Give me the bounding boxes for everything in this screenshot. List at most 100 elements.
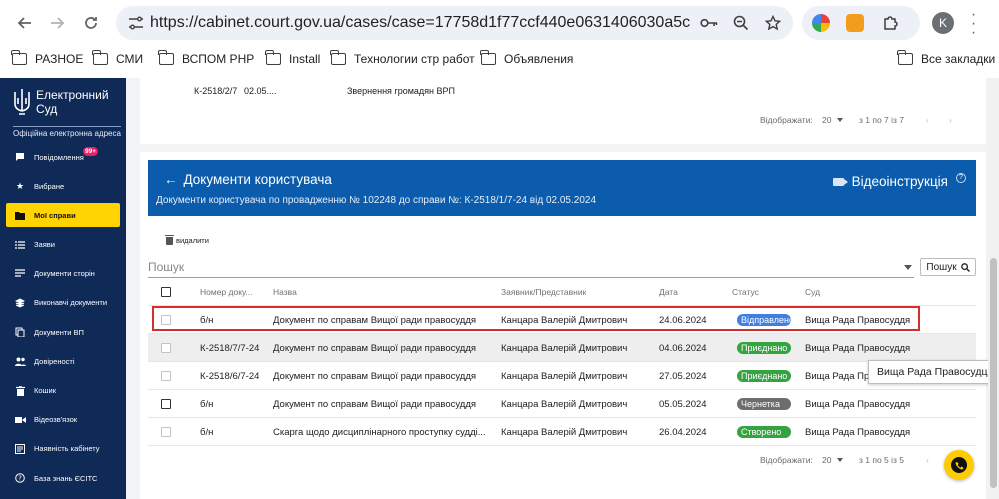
layers-icon (14, 297, 26, 309)
sidebar-item-favorites[interactable]: ★ Вибране (6, 174, 120, 198)
search-icon (960, 262, 970, 272)
column-status[interactable]: Статус (732, 278, 759, 306)
bookmark-folder[interactable]: СМИ (92, 50, 143, 66)
folder-icon (265, 50, 281, 65)
browser-menu-icon[interactable]: · · · (968, 7, 978, 41)
bookmark-folder[interactable]: Объявления (480, 50, 573, 66)
help-icon[interactable]: ? (956, 172, 966, 183)
search-button[interactable]: Пошук (920, 258, 976, 276)
page-size-select[interactable]: 20 (822, 115, 831, 125)
key-icon[interactable] (699, 13, 719, 33)
row-checkbox[interactable] (161, 343, 171, 353)
camera-icon (832, 177, 848, 186)
sidebar-item-cabinet-availability[interactable]: Наявність кабінету (6, 437, 120, 461)
extensions-area (802, 6, 920, 40)
people-icon (14, 355, 26, 367)
previous-documents-card: К-2518/2/7 02.05.... Звернення громадян … (140, 78, 986, 144)
sidebar-item-applications[interactable]: Заяви (6, 233, 120, 257)
list-icon (14, 239, 26, 251)
status-badge: Приєднано (737, 342, 791, 354)
notifications-badge: 99+ (83, 147, 99, 156)
table-row[interactable]: б/н Документ по справам Вищої ради право… (148, 390, 976, 418)
zoom-icon[interactable] (731, 13, 751, 33)
bookmarks-bar: РАЗНОЕ СМИ ВСПОМ РНР Install Технологии … (0, 46, 999, 74)
copy-icon (14, 326, 26, 338)
column-applicant[interactable]: Заявник/Представник (501, 278, 586, 306)
table-header: Номер доку... Назва Заявник/Представник … (148, 278, 976, 306)
folder-icon (158, 50, 174, 65)
sidebar-item-vp-documents[interactable]: Документи ВП (6, 320, 120, 344)
sidebar-menu: Повідомлення 99+ ★ Вибране Мої справи За… (6, 145, 120, 495)
video-icon (14, 414, 26, 426)
folder-icon (330, 50, 346, 65)
browser-chrome: https://cabinet.court.gov.ua/cases/case=… (0, 0, 999, 78)
cabinet-icon (14, 443, 26, 455)
forward-arrow-icon[interactable] (44, 10, 70, 36)
trash-icon (165, 234, 174, 245)
star-icon: ★ (15, 180, 25, 191)
bookmark-folder[interactable]: РАЗНОЕ (11, 50, 83, 66)
next-page-icon[interactable]: › (949, 115, 952, 125)
scrollbar-thumb[interactable] (990, 258, 997, 488)
row-checkbox[interactable] (161, 399, 171, 409)
row-highlight-frame (152, 306, 920, 331)
court-logo[interactable]: Електронний Суд Офіційна електронна адре… (10, 84, 121, 138)
page-size-select[interactable]: 20 (822, 455, 831, 465)
search-input[interactable] (148, 258, 848, 276)
profile-avatar[interactable]: K (932, 12, 954, 34)
prev-page-icon[interactable]: ‹ (926, 455, 929, 465)
message-icon (14, 151, 26, 163)
chevron-down-icon[interactable] (904, 265, 912, 270)
page-scrollbar[interactable] (988, 78, 999, 499)
bookmark-star-icon[interactable] (763, 13, 783, 33)
folder-icon (897, 50, 913, 65)
status-badge: Створено (737, 426, 791, 438)
call-button[interactable] (944, 450, 974, 480)
back-arrow-icon[interactable]: ← (164, 172, 178, 187)
chevron-down-icon[interactable] (837, 118, 843, 122)
search-field (148, 258, 914, 278)
trident-icon (14, 89, 30, 115)
column-number[interactable]: Номер доку... (200, 278, 253, 306)
reload-icon[interactable] (78, 10, 104, 36)
sidebar-item-video-link[interactable]: Відеозв'язок (6, 408, 120, 432)
sidebar-item-my-cases[interactable]: Мої справи (6, 203, 120, 228)
status-badge: Чернетка (737, 398, 791, 410)
column-name[interactable]: Назва (273, 278, 297, 306)
column-court[interactable]: Суд (805, 278, 820, 306)
row-checkbox[interactable] (161, 427, 171, 437)
folder-icon (11, 50, 27, 65)
folder-icon (14, 209, 26, 221)
chevron-down-icon[interactable] (837, 458, 843, 462)
sidebar-item-trash[interactable]: Кошик (6, 379, 120, 403)
shield-extension-icon[interactable] (846, 14, 864, 32)
sidebar-item-notifications[interactable]: Повідомлення 99+ (6, 145, 120, 169)
documents-header: ← Документи користувача Документи користу… (148, 160, 976, 216)
help-icon: ? (14, 472, 26, 484)
puzzle-extensions-icon[interactable] (882, 14, 900, 32)
svg-text:?: ? (18, 475, 22, 483)
address-bar[interactable]: https://cabinet.court.gov.ua/cases/case=… (116, 6, 793, 40)
sidebar-item-powers-of-attorney[interactable]: Довіреності (6, 349, 120, 373)
delete-button[interactable]: видалити (165, 234, 209, 245)
row-checkbox[interactable] (161, 371, 171, 381)
chrome-extension-icon[interactable] (812, 14, 830, 32)
site-settings-icon[interactable] (122, 16, 150, 30)
all-bookmarks[interactable]: Все закладки (897, 50, 995, 66)
table-row[interactable]: К-2518/7/7-24 Документ по справам Вищої … (148, 334, 976, 362)
bookmark-folder[interactable]: Install (265, 50, 320, 66)
prev-page-icon[interactable]: ‹ (926, 115, 929, 125)
column-date[interactable]: Дата (659, 278, 678, 306)
table-row[interactable]: К-2518/6/7-24 Документ по справам Вищої … (148, 362, 976, 390)
status-badge: Приєднано (737, 370, 791, 382)
bookmark-folder[interactable]: ВСПОМ РНР (158, 50, 254, 66)
table-row[interactable]: б/н Скарга щодо дисциплінарного проступк… (148, 418, 976, 446)
url-text[interactable]: https://cabinet.court.gov.ua/cases/case=… (150, 14, 690, 32)
select-all-checkbox[interactable] (161, 287, 171, 297)
sidebar-item-party-documents[interactable]: Документи сторін (6, 262, 120, 286)
video-instruction-link[interactable]: Відеоінструкція ? (832, 172, 966, 189)
sidebar-item-executive-documents[interactable]: Виконавчі документи (6, 291, 120, 315)
sidebar-item-knowledge-base[interactable]: ? База знань ЄСІТС (6, 466, 120, 490)
back-arrow-icon[interactable] (12, 10, 38, 36)
bookmark-folder[interactable]: Технологии стр работ (330, 50, 475, 66)
